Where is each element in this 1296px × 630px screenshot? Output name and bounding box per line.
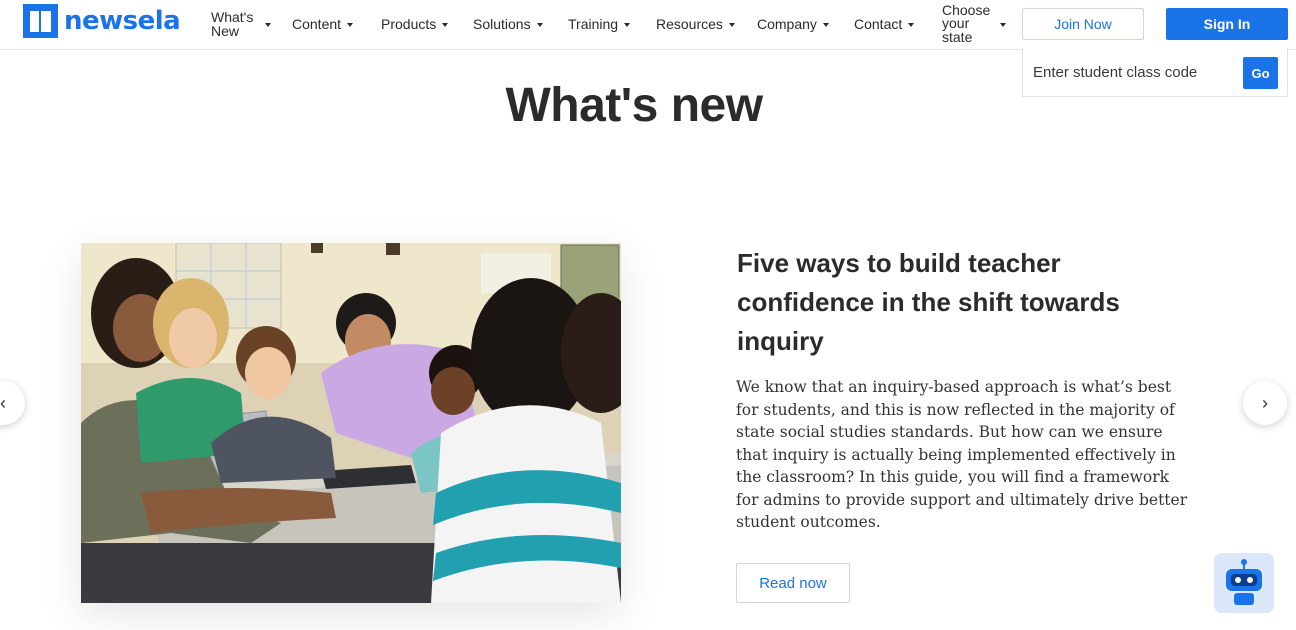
nav-label: Training: [568, 16, 619, 32]
carousel-prev-button[interactable]: ‹: [0, 381, 25, 425]
sign-in-button[interactable]: Sign In: [1166, 8, 1288, 40]
carousel-next-button[interactable]: ›: [1243, 381, 1287, 425]
nav-label: Solutions: [473, 16, 531, 32]
caret-down-icon: [728, 23, 735, 27]
caret-down-icon: [442, 23, 449, 27]
page-title: What's new: [505, 79, 763, 132]
robot-icon: [1226, 559, 1262, 605]
nav-label: Choose your state: [942, 1, 991, 45]
classroom-illustration: [81, 243, 621, 603]
nav-solutions[interactable]: Solutions: [473, 0, 543, 48]
nav-content[interactable]: Content: [292, 0, 354, 48]
nav-company[interactable]: Company: [757, 0, 829, 48]
caret-down-icon: [536, 23, 543, 27]
nav-contact[interactable]: Contact: [854, 0, 915, 48]
caret-down-icon: [347, 23, 354, 27]
chevron-left-icon: ‹: [0, 392, 6, 413]
join-now-button[interactable]: Join Now: [1022, 8, 1144, 40]
nav-products[interactable]: Products: [381, 0, 449, 48]
caret-down-icon: [908, 23, 915, 27]
brand-name: newsela: [64, 6, 181, 36]
nav-label: Resources: [656, 16, 723, 32]
nav-label: Content: [292, 16, 342, 32]
article-description: We know that an inquiry-based approach i…: [736, 378, 1188, 531]
chatbot-icon[interactable]: [1214, 553, 1274, 613]
caret-down-icon: [265, 23, 271, 27]
caret-down-icon: [822, 23, 829, 27]
caret-down-icon: [624, 23, 631, 27]
nav-choose-state[interactable]: Choose your state: [942, 0, 1006, 48]
nav-whats-new[interactable]: What's New: [211, 0, 271, 48]
nav-label: Contact: [854, 16, 903, 32]
article-title[interactable]: Five ways to build teacher confidence in…: [737, 244, 1177, 361]
nav-label: Products: [381, 16, 437, 32]
nav-label: What's New: [211, 9, 254, 39]
nav-resources[interactable]: Resources: [656, 0, 735, 48]
nav-training[interactable]: Training: [568, 0, 631, 48]
classroom-photo: [81, 243, 621, 603]
top-navigation-bar: newsela What's New Content Products Solu…: [0, 0, 1296, 50]
newsela-book-icon: [23, 4, 58, 38]
read-now-button[interactable]: Read now: [736, 563, 850, 603]
chevron-right-icon: ›: [1262, 392, 1268, 413]
caret-down-icon: [1000, 23, 1006, 27]
nav-label: Company: [757, 16, 817, 32]
newsela-logo[interactable]: newsela: [23, 4, 181, 38]
